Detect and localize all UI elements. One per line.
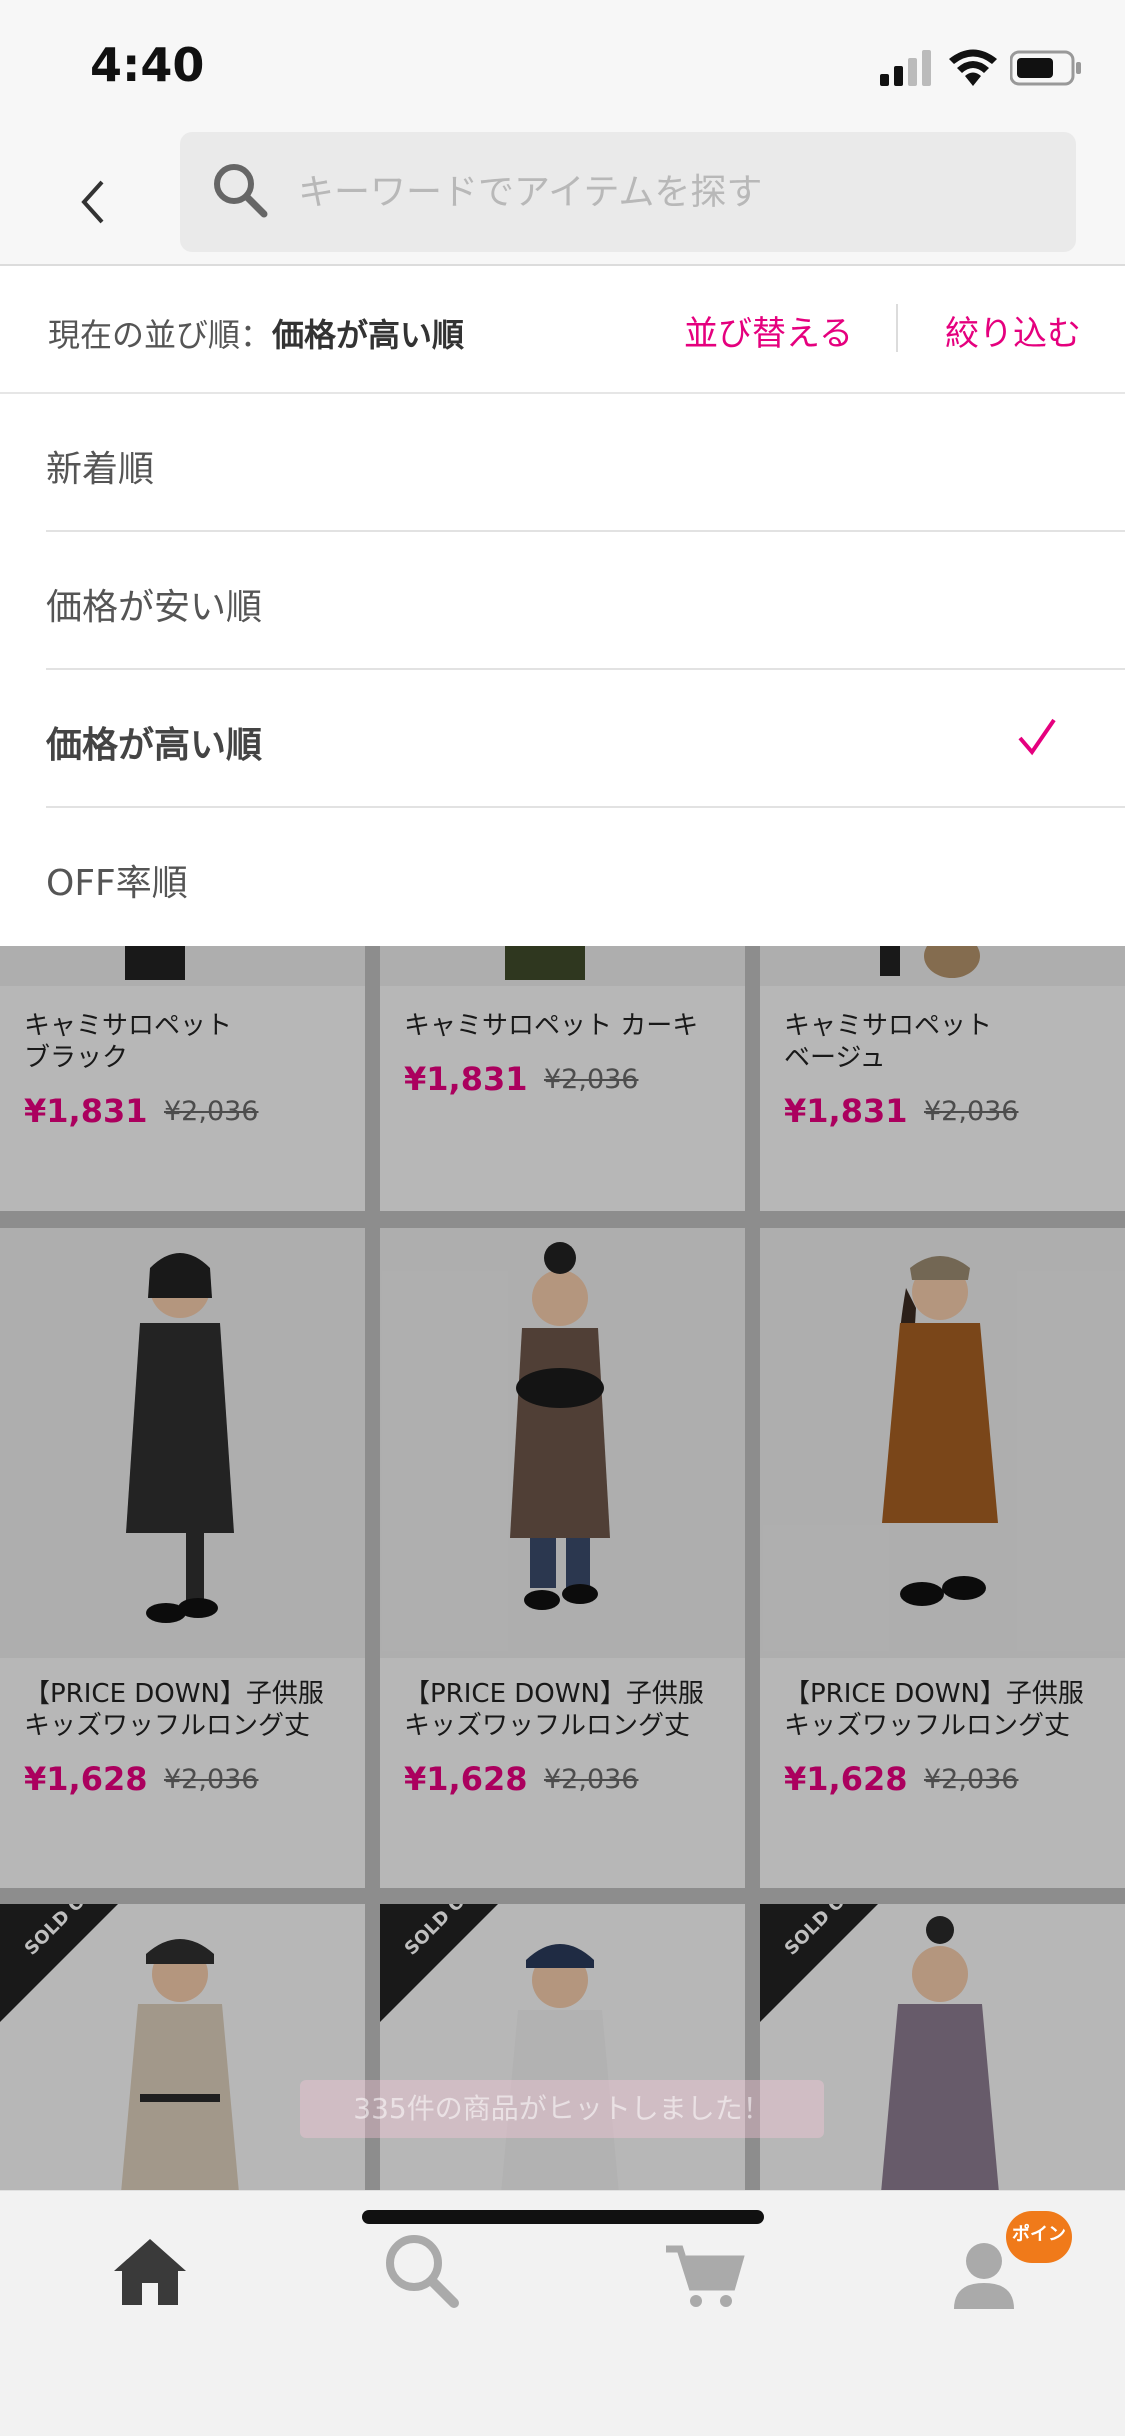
search-tab-icon[interactable]: [372, 2221, 472, 2321]
sort-option-label: 価格が高い順: [46, 725, 263, 766]
sort-button[interactable]: 並び替える: [684, 306, 853, 355]
sort-option-newest[interactable]: 新着順: [46, 394, 1125, 532]
sort-bar: 現在の並び順：価格が高い順 並び替える 絞り込む: [0, 266, 1125, 394]
search-icon: [214, 164, 268, 218]
current-sort-prefix: 現在の並び順：: [48, 316, 273, 354]
battery-icon: [1010, 50, 1081, 86]
points-badge: ポイン: [1006, 2211, 1072, 2263]
sort-menu: 新着順 価格が安い順 価格が高い順 OFF率順: [0, 394, 1125, 946]
home-indicator: [362, 2210, 764, 2224]
status-time: 4:40: [90, 38, 205, 92]
header: [0, 132, 1125, 266]
signal-icon: [880, 50, 931, 86]
dim-overlay[interactable]: [0, 946, 1125, 2190]
home-icon[interactable]: [100, 2221, 200, 2321]
sort-option-label: 価格が安い順: [46, 587, 263, 628]
filter-button[interactable]: 絞り込む: [945, 306, 1081, 355]
tab-bar: ポイン: [0, 2190, 1125, 2436]
cart-icon[interactable]: [652, 2221, 752, 2321]
current-sort-value: 価格が高い順: [272, 316, 465, 354]
divider: [896, 304, 898, 352]
sort-option-label: 新着順: [46, 449, 155, 490]
check-icon: [1018, 718, 1056, 756]
back-button[interactable]: [60, 162, 130, 242]
wifi-icon: [949, 49, 997, 86]
result-count-toast: 335件の商品がヒットしました！: [300, 2080, 824, 2138]
sort-option-price-low[interactable]: 価格が安い順: [46, 532, 1125, 670]
sort-option-label: OFF率順: [46, 863, 188, 904]
sort-option-price-high[interactable]: 価格が高い順: [46, 670, 1125, 808]
current-sort: 現在の並び順：価格が高い順: [48, 310, 464, 356]
search-box[interactable]: [180, 132, 1076, 252]
status-bar: 4:40: [0, 0, 1125, 132]
search-input[interactable]: [298, 132, 1038, 252]
sort-option-discount[interactable]: OFF率順: [46, 808, 1125, 946]
